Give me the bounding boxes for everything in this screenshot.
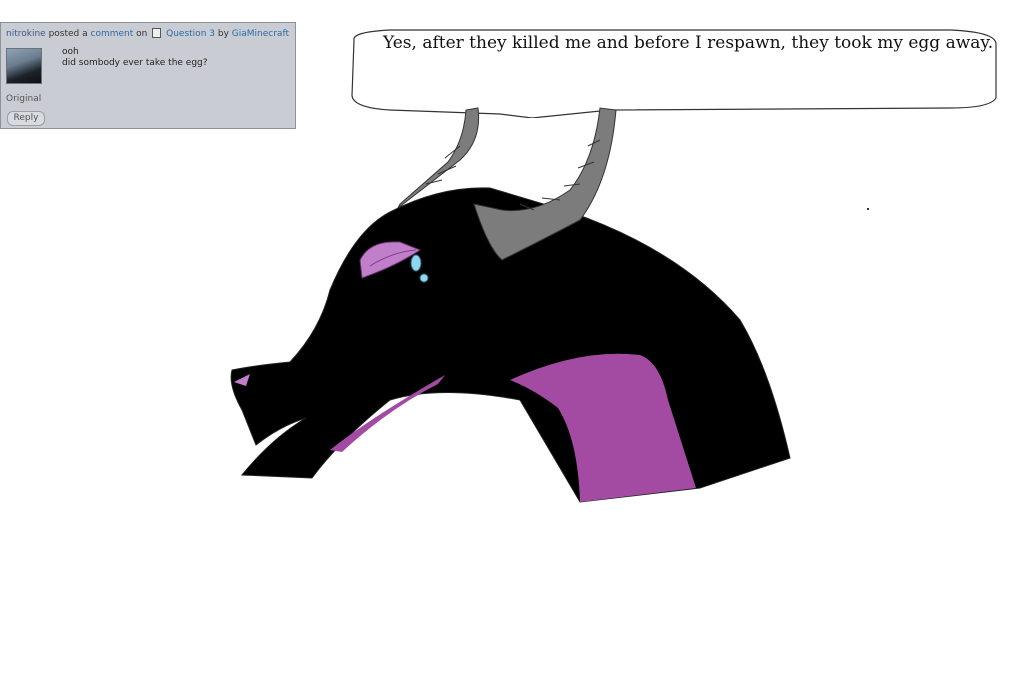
comment-body: ooh did sombody ever take the egg? <box>62 47 208 69</box>
comment-link[interactable]: comment <box>91 29 134 39</box>
comment-line: ooh <box>62 47 79 57</box>
comment-posted-text: posted a <box>48 29 88 39</box>
dragon-illustration <box>230 107 791 503</box>
stray-dot <box>867 208 869 210</box>
comment-author-link[interactable]: GiaMinecraft <box>232 29 289 39</box>
comment-by-text: by <box>217 29 229 39</box>
document-icon <box>152 28 162 38</box>
tear <box>410 254 422 272</box>
comment-target-link[interactable]: Question 3 <box>166 29 215 39</box>
speech-text: Yes, after they killed me and before I r… <box>383 33 994 53</box>
comment-header: nitrokine posted a comment on Question 3… <box>6 28 289 39</box>
comment-username[interactable]: nitrokine <box>6 29 46 39</box>
comment-line: did sombody ever take the egg? <box>62 58 208 68</box>
avatar[interactable] <box>6 48 42 84</box>
reply-button[interactable]: Reply <box>7 111 45 126</box>
original-button[interactable]: Original <box>6 94 41 104</box>
comment-on-text: on <box>136 29 148 39</box>
tear <box>419 273 429 283</box>
